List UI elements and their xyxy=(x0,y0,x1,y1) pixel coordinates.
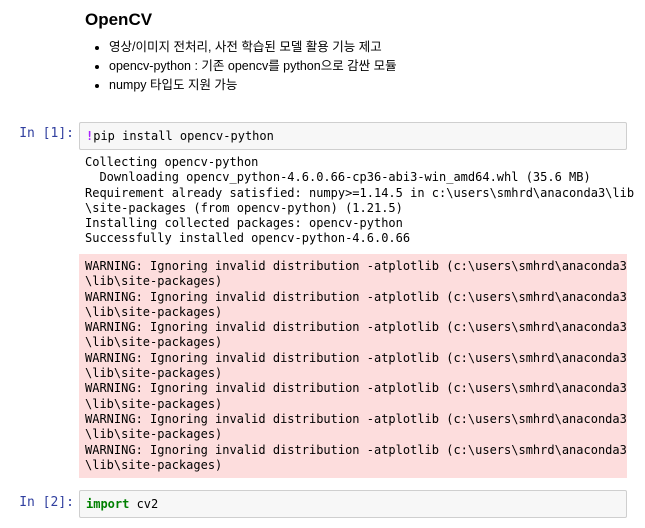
stdout-line: Successfully installed opencv-python-4.6… xyxy=(85,231,411,246)
stderr-line: \lib\site-packages) xyxy=(85,366,223,381)
stderr-line: WARNING: Ignoring invalid distribution -… xyxy=(85,411,627,426)
stderr-line: \lib\site-packages) xyxy=(85,274,223,289)
cell-1-prompt: In [1]: xyxy=(19,126,74,141)
stderr-line: \lib\site-packages) xyxy=(85,304,223,319)
cell-2-code: cv2 xyxy=(129,497,159,511)
stderr-line: \lib\site-packages) xyxy=(85,335,223,350)
stderr-line: WARNING: Ignoring invalid distribution -… xyxy=(85,259,627,273)
bullet-item: numpy 타입도 지원 가능 xyxy=(109,76,625,95)
stdout-line: Downloading opencv_python-4.6.0.66-cp36-… xyxy=(85,170,591,185)
stdout-line: \site-packages (from opencv-python) (1.2… xyxy=(85,200,403,215)
stdout-line: Requirement already satisfied: numpy>=1.… xyxy=(85,185,635,200)
cell-2-input[interactable]: import cv2 xyxy=(79,490,627,518)
stderr-line: \lib\site-packages) xyxy=(85,396,223,411)
markdown-title: OpenCV xyxy=(85,10,153,29)
stderr-line: WARNING: Ignoring invalid distribution -… xyxy=(85,442,627,457)
cell-1-stderr: WARNING: Ignoring invalid distribution -… xyxy=(79,254,627,478)
stderr-line: WARNING: Ignoring invalid distribution -… xyxy=(85,320,627,335)
cell-2-prompt: In [2]: xyxy=(19,495,74,510)
markdown-cell[interactable]: OpenCV 영상/이미지 전처리, 사전 학습된 모델 활용 기능 제고 op… xyxy=(85,8,625,95)
cell-1-code: pip install opencv-python xyxy=(93,129,274,143)
stdout-line: Installing collected packages: opencv-py… xyxy=(85,216,403,231)
markdown-bullet-list: 영상/이미지 전처리, 사전 학습된 모델 활용 기능 제고 opencv-py… xyxy=(85,38,625,95)
stderr-line: WARNING: Ignoring invalid distribution -… xyxy=(85,289,627,304)
stderr-line: \lib\site-packages) xyxy=(85,427,223,442)
stdout-line: Collecting opencv-python xyxy=(85,155,259,169)
cell-1-input[interactable]: !pip install opencv-python xyxy=(79,122,627,150)
stderr-line: WARNING: Ignoring invalid distribution -… xyxy=(85,350,627,365)
cell-1-stdout: Collecting opencv-python Downloading ope… xyxy=(85,155,635,247)
stderr-line: WARNING: Ignoring invalid distribution -… xyxy=(85,381,627,396)
import-keyword: import xyxy=(86,497,130,511)
bullet-item: 영상/이미지 전처리, 사전 학습된 모델 활용 기능 제고 xyxy=(109,38,625,57)
stderr-line: \lib\site-packages) xyxy=(85,457,223,472)
bullet-item: opencv-python : 기존 opencv를 python으로 감싼 모… xyxy=(109,57,625,76)
